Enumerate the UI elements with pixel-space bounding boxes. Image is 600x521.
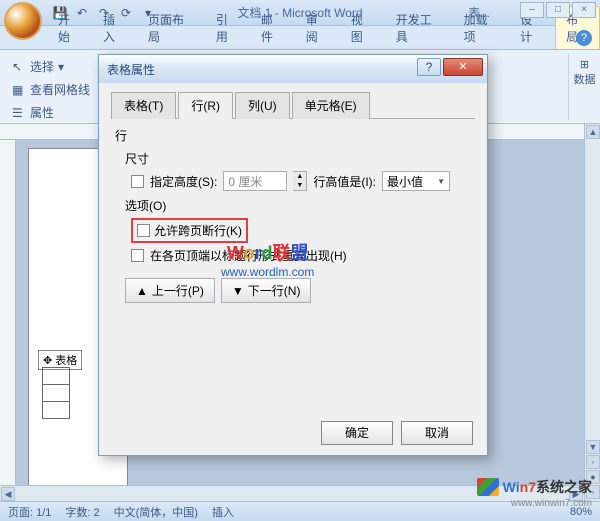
corner-url: www.winwin7.com bbox=[511, 498, 592, 509]
tab-developer[interactable]: 开发工具 bbox=[386, 7, 452, 49]
spinner-down-icon[interactable]: ▼ bbox=[293, 181, 306, 190]
tab-table[interactable]: 表格(T) bbox=[111, 92, 176, 119]
arrow-up-icon: ▲ bbox=[136, 284, 148, 298]
language[interactable]: 中文(简体，中国) bbox=[114, 504, 198, 520]
height-spinner[interactable]: ▲▼ bbox=[293, 171, 307, 191]
prev-row-button[interactable]: ▲上一行(P) bbox=[125, 278, 215, 303]
select-label: 选择 bbox=[30, 58, 54, 75]
options-section-label: 选项(O) bbox=[125, 197, 475, 214]
vertical-ruler[interactable] bbox=[0, 140, 16, 501]
data-icon: ⊞ bbox=[580, 58, 589, 71]
allow-break-label: 允许跨页断行(K) bbox=[154, 222, 242, 239]
properties-icon: ☰ bbox=[12, 106, 26, 120]
page-number[interactable]: 页面: 1/1 bbox=[8, 504, 51, 520]
properties-button[interactable]: ☰ 属性 bbox=[10, 102, 92, 123]
close-button[interactable]: × bbox=[572, 2, 596, 18]
tab-insert[interactable]: 插入 bbox=[93, 7, 136, 49]
watermark-url: www.wordlm.com bbox=[221, 265, 314, 279]
view-gridlines-button[interactable]: ▦ 查看网格线 bbox=[10, 79, 92, 100]
repeat-header-checkbox[interactable] bbox=[131, 249, 144, 262]
office-button[interactable] bbox=[4, 2, 42, 40]
dialog-title: 表格属性 bbox=[107, 61, 155, 78]
window-controls: – □ × bbox=[520, 2, 596, 18]
dialog-titlebar[interactable]: 表格属性 ? ✕ bbox=[99, 55, 487, 83]
ok-button[interactable]: 确定 bbox=[321, 421, 393, 445]
context-tab-label: 表... bbox=[468, 4, 490, 21]
row-height-is-label: 行高值是(I): bbox=[313, 173, 376, 190]
maximize-button[interactable]: □ bbox=[546, 2, 570, 18]
prev-page-icon[interactable]: ◦ bbox=[586, 455, 600, 469]
dialog-footer: 确定 取消 bbox=[321, 421, 473, 445]
data-label: 数据 bbox=[574, 71, 596, 87]
pointer-icon: ↖ bbox=[12, 60, 26, 74]
scroll-left-icon[interactable]: ◀ bbox=[1, 487, 15, 501]
vertical-scrollbar[interactable]: ▲ ▼ ◦ ● ◦ bbox=[584, 124, 600, 501]
dialog-help-button[interactable]: ? bbox=[417, 58, 441, 76]
insert-mode[interactable]: 插入 bbox=[212, 504, 234, 520]
scroll-down-icon[interactable]: ▼ bbox=[586, 440, 600, 454]
help-icon[interactable]: ? bbox=[576, 30, 592, 46]
chevron-down-icon: ▼ bbox=[437, 177, 445, 186]
gridlines-label: 查看网格线 bbox=[30, 81, 90, 98]
tab-row[interactable]: 行(R) bbox=[178, 92, 233, 119]
row-section-label: 行 bbox=[115, 127, 475, 144]
spinner-up-icon[interactable]: ▲ bbox=[293, 172, 306, 181]
watermark: Word联盟 www.wordlm.com bbox=[221, 239, 314, 279]
scroll-up-icon[interactable]: ▲ bbox=[586, 125, 600, 139]
grid-icon: ▦ bbox=[12, 83, 26, 97]
properties-label: 属性 bbox=[30, 104, 54, 121]
allow-break-checkbox[interactable] bbox=[137, 224, 150, 237]
windows-flag-icon bbox=[477, 478, 499, 496]
tab-home[interactable]: 开始 bbox=[48, 7, 91, 49]
corner-brand: Win7系统之家 bbox=[503, 477, 592, 497]
next-row-button[interactable]: ▼下一行(N) bbox=[221, 278, 312, 303]
arrow-down-icon: ▼ bbox=[232, 284, 244, 298]
dialog-body: 表格(T) 行(R) 列(U) 单元格(E) 行 尺寸 指定高度(S): 0 厘… bbox=[99, 83, 487, 311]
ribbon-group-data[interactable]: ⊞ 数据 bbox=[568, 54, 600, 120]
window-title: 文档 1 - Microsoft Word bbox=[237, 4, 362, 21]
dialog-tabs: 表格(T) 行(R) 列(U) 单元格(E) bbox=[111, 91, 475, 119]
table[interactable] bbox=[42, 368, 70, 419]
row-height-mode-dropdown[interactable]: 最小值▼ bbox=[382, 171, 450, 191]
ribbon-tabs: 开始 插入 页面布局 引用 邮件 审阅 视图 开发工具 加载项 设计 布局 bbox=[0, 26, 600, 50]
tab-page-layout[interactable]: 页面布局 bbox=[138, 7, 204, 49]
table-properties-dialog: 表格属性 ? ✕ 表格(T) 行(R) 列(U) 单元格(E) 行 尺寸 指定高… bbox=[98, 54, 488, 456]
height-input[interactable]: 0 厘米 bbox=[223, 171, 287, 191]
word-count[interactable]: 字数: 2 bbox=[65, 504, 99, 520]
chevron-down-icon: ▾ bbox=[58, 60, 64, 74]
ribbon-group-table: ↖ 选择 ▾ ▦ 查看网格线 ☰ 属性 bbox=[4, 54, 98, 119]
dialog-close-button[interactable]: ✕ bbox=[443, 58, 483, 76]
corner-watermark: Win7系统之家 www.winwin7.com bbox=[477, 477, 592, 497]
tab-cell[interactable]: 单元格(E) bbox=[292, 92, 370, 119]
specify-height-label: 指定高度(S): bbox=[150, 173, 217, 190]
specify-height-checkbox[interactable] bbox=[131, 175, 144, 188]
row-nav-buttons: ▲上一行(P) ▼下一行(N) bbox=[125, 278, 475, 303]
select-button[interactable]: ↖ 选择 ▾ bbox=[10, 56, 92, 77]
tab-column[interactable]: 列(U) bbox=[235, 92, 290, 119]
cancel-button[interactable]: 取消 bbox=[401, 421, 473, 445]
specify-height-row: 指定高度(S): 0 厘米 ▲▼ 行高值是(I): 最小值▼ bbox=[131, 171, 475, 191]
minimize-button[interactable]: – bbox=[520, 2, 544, 18]
size-section-label: 尺寸 bbox=[125, 150, 475, 167]
